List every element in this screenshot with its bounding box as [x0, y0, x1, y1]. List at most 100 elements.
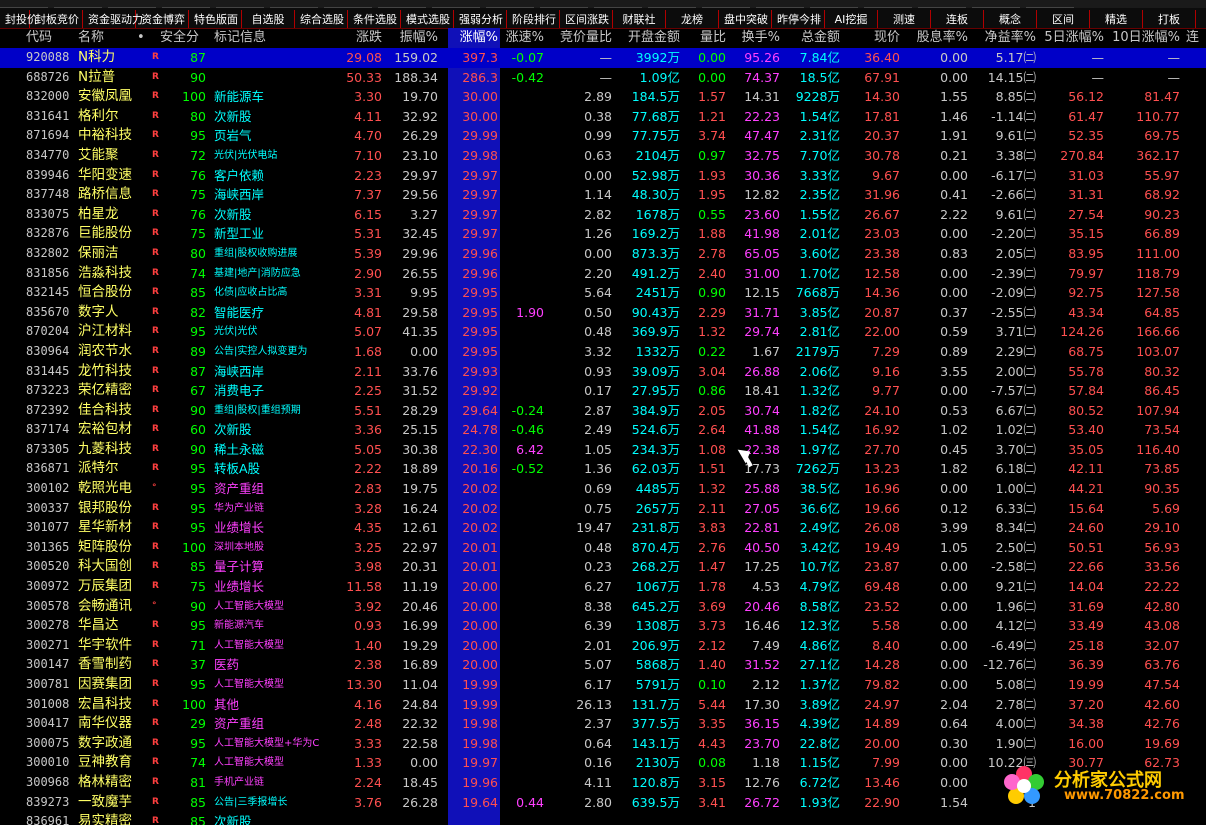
tab-9[interactable]: 强弱分析 [454, 10, 507, 28]
header-turn[interactable]: 换手% [728, 28, 780, 48]
table-row[interactable]: 832876 巨能股份 R 75 新型工业 5.31 32.45 29.97 1.26 169.2… [0, 224, 1206, 244]
table-row[interactable]: 837748 路桥信息 R 75 海峡西岸 7.37 29.56 29.97 1.14 48.30… [0, 185, 1206, 205]
table-row[interactable]: 301077 星华新材 R 95 业绩增长 4.35 12.61 20.02 19.47 231.… [0, 518, 1206, 538]
header-pct[interactable]: 涨幅% [446, 28, 498, 48]
header-total[interactable]: 总金额 [782, 28, 840, 48]
tab-13[interactable]: 龙榜 [666, 10, 719, 28]
header-openamt[interactable]: 开盘金额 [614, 28, 680, 48]
table-row[interactable]: 832802 保丽洁 R 80 重组|股权收购进展 5.39 29.96 29.96 0.00 8… [0, 244, 1206, 264]
cell-pct: 20.00 [462, 579, 498, 595]
tab-20[interactable]: 区间 [1037, 10, 1090, 28]
tab-5[interactable]: 自选股 [242, 10, 295, 28]
table-row[interactable]: 872392 佳合科技 R 90 重组|股权|重组预期 5.51 28.29 29.64 -0.… [0, 401, 1206, 421]
cell-name: 沪江材料 [78, 323, 132, 340]
table-row[interactable]: 300102 乾照光电 ° 95 资产重组 2.83 19.75 20.02 0.69 4485万… [0, 479, 1206, 499]
table-row[interactable]: 873223 荣亿精密 R 67 消费电子 2.25 31.52 29.92 0.17 27.95… [0, 381, 1206, 401]
tab-3[interactable]: 资金博弈 [136, 10, 189, 28]
cell-openamt: 184.5万 [631, 89, 680, 105]
tab-11[interactable]: 区间涨跌 [560, 10, 613, 28]
table-row[interactable]: 300781 因赛集团 R 95 人工智能大模型 13.30 11.04 19.99 6.17 5… [0, 675, 1206, 695]
table-row[interactable]: 833075 柏星龙 R 76 次新股 6.15 3.27 29.97 2.82 1678万 0.5… [0, 205, 1206, 225]
header-star[interactable]: • [137, 28, 147, 48]
table-row[interactable]: 300147 香雪制药 R 37 医药 2.38 16.89 20.00 5.07 5868万 1.… [0, 655, 1206, 675]
table-row[interactable]: 832000 安徽凤凰 R 100 新能源车 3.30 19.70 30.00 2.89 184.… [0, 87, 1206, 107]
tab-0[interactable]: 封投价 [0, 10, 38, 28]
tab-18[interactable]: 连板 [931, 10, 984, 28]
table-row[interactable]: 300337 银邦股份 R 95 华为产业链 3.28 16.24 20.02 0.75 2657… [0, 499, 1206, 519]
table-row[interactable]: 837174 宏裕包材 R 60 次新股 3.36 25.15 24.78 -0.46 2.49 5… [0, 420, 1206, 440]
header-code[interactable]: 代码 [26, 28, 76, 48]
table-row[interactable]: 920088 N科力 R 87 29.08 159.02 397.3 -0.07 — 3992万 0… [0, 48, 1206, 68]
table-row[interactable]: 300578 会畅通讯 ° 90 人工智能大模型 3.92 20.46 20.00 8.38 64… [0, 597, 1206, 617]
table-row[interactable]: 832145 恒合股份 R 85 化债|应收占比高 3.31 9.95 29.95 5.64 24… [0, 283, 1206, 303]
cell-tag: 医药 [214, 657, 240, 673]
table-row[interactable]: 830964 润农节水 R 89 公告|实控人拟变更为 1.68 0.00 29.95 3.32… [0, 342, 1206, 362]
cell-d10: 32.07 [1144, 637, 1180, 653]
table-row[interactable]: 836961 易实精密 R 85 次新股 [0, 812, 1206, 825]
header-bidratio[interactable]: 竞价量比 [546, 28, 612, 48]
header-amp[interactable]: 振幅% [384, 28, 438, 48]
cell-pe: -2.20㈡ [991, 226, 1036, 242]
cell-pe [970, 812, 1036, 825]
cell-volratio: 0.10 [698, 677, 726, 692]
table-row[interactable]: 870204 沪江材料 R 95 光伏|光伏 5.07 41.35 29.95 0.48 369.… [0, 322, 1206, 342]
cell-r: R [152, 541, 159, 552]
header-d5[interactable]: 5日涨幅% [1038, 28, 1104, 48]
table-row[interactable]: 300075 数字政通 R 95 人工智能大模型+华为C 3.33 22.58 19.98 0.… [0, 734, 1206, 754]
cell-tag: 人工智能大模型+华为C [214, 737, 320, 749]
cell-d10: 43.08 [1144, 618, 1180, 634]
table-row[interactable]: 871694 中裕科技 R 95 页岩气 4.70 26.29 29.99 0.99 77.75万… [0, 126, 1206, 146]
cell-d10: 166.66 [1136, 324, 1180, 340]
table-row[interactable]: 831856 浩淼科技 R 74 基建|地产|消防应急 2.90 26.55 29.96 2.2… [0, 264, 1206, 284]
table-row[interactable]: 835670 数字人 R 82 智能医疗 4.81 29.58 29.95 1.90 0.50 90… [0, 303, 1206, 323]
tab-22[interactable]: 打板 [1143, 10, 1196, 28]
cell-total: 9228万 [795, 89, 840, 105]
tab-15[interactable]: 昨停今排 [772, 10, 825, 28]
header-price[interactable]: 现价 [848, 28, 900, 48]
cell-pct: 20.00 [462, 657, 498, 673]
cell-chg: 5.07 [354, 324, 382, 340]
tab-12[interactable]: 财联社 [613, 10, 666, 28]
header-pe[interactable]: 净益率% [970, 28, 1036, 48]
tab-14[interactable]: 盘中突破 [719, 10, 772, 28]
table-row[interactable]: 831641 格利尔 R 80 次新股 4.11 32.92 30.00 0.38 77.68万 1… [0, 107, 1206, 127]
table-row[interactable]: 836871 派特尔 R 95 转板A股 2.22 18.89 20.16 -0.52 1.36 6… [0, 459, 1206, 479]
header-chg[interactable]: 涨跌 [330, 28, 382, 48]
cell-amp: 12.61 [402, 520, 438, 536]
tab-2[interactable]: 资金驱动力 [83, 10, 143, 28]
table-row[interactable]: 834770 艾能聚 R 72 光伏|光伏电站 7.10 23.10 29.98 0.63 210… [0, 146, 1206, 166]
tab-4[interactable]: 特色版面 [189, 10, 242, 28]
tab-16[interactable]: AI挖掘 [825, 10, 878, 28]
table-row[interactable]: 300278 华昌达 R 95 新能源汽车 0.93 16.99 20.00 6.39 1308万… [0, 616, 1206, 636]
tab-10[interactable]: 阶段排行 [507, 10, 560, 28]
table-row[interactable]: 300417 南华仪器 R 29 资产重组 2.48 22.32 19.98 2.37 377.5… [0, 714, 1206, 734]
cell-pe: 3.71㈡ [995, 324, 1036, 340]
table-row[interactable]: 831445 龙竹科技 R 87 海峡西岸 2.11 33.76 29.93 0.93 39.09… [0, 362, 1206, 382]
header-tag[interactable]: 标记信息 [214, 28, 284, 48]
cell-openamt: 77.68万 [631, 108, 680, 124]
header-speed[interactable]: 涨速% [496, 28, 544, 48]
table-row[interactable]: 688726 N拉普 R 90 50.33 188.34 286.3 -0.42 — 1.09亿 0… [0, 68, 1206, 88]
header-extra[interactable]: 连 [1186, 28, 1206, 48]
cell-div: 1.54 [940, 794, 968, 810]
table-row[interactable]: 301365 矩阵股份 R 100 深圳本地股 3.25 22.97 20.01 0.48 870… [0, 538, 1206, 558]
header-d10[interactable]: 10日涨幅% [1106, 28, 1180, 48]
header-score[interactable]: 安全分 [160, 28, 210, 48]
tab-21[interactable]: 精选 [1090, 10, 1143, 28]
table-row[interactable]: 300520 科大国创 R 85 量子计算 3.98 20.31 20.01 0.23 268.2… [0, 557, 1206, 577]
table-row[interactable]: 300271 华宇软件 R 71 人工智能大模型 1.40 19.29 20.00 2.01 20… [0, 636, 1206, 656]
table-row[interactable]: 839946 华阳变速 R 76 客户依赖 2.23 29.97 29.97 0.00 52.98… [0, 166, 1206, 186]
table-row[interactable]: 873305 九菱科技 R 90 稀土永磁 5.05 30.38 22.30 6.42 1.05 2… [0, 440, 1206, 460]
tab-7[interactable]: 条件选股 [348, 10, 401, 28]
header-div[interactable]: 股息率% [902, 28, 968, 48]
table-row[interactable]: 301008 宏昌科技 R 100 其他 4.16 24.84 19.99 26.13 131.7… [0, 695, 1206, 715]
cell-d5: 83.95 [1068, 245, 1104, 261]
tab-1[interactable]: 封板竞价 [30, 10, 83, 28]
header-volratio[interactable]: 量比 [682, 28, 726, 48]
tab-6[interactable]: 综合选股 [295, 10, 348, 28]
tab-17[interactable]: 测速 [878, 10, 931, 28]
header-name[interactable]: 名称 [78, 28, 128, 48]
table-row[interactable]: 300972 万辰集团 R 75 业绩增长 11.58 11.19 20.00 6.27 1067… [0, 577, 1206, 597]
tab-19[interactable]: 概念 [984, 10, 1037, 28]
tab-8[interactable]: 模式选股 [401, 10, 454, 28]
